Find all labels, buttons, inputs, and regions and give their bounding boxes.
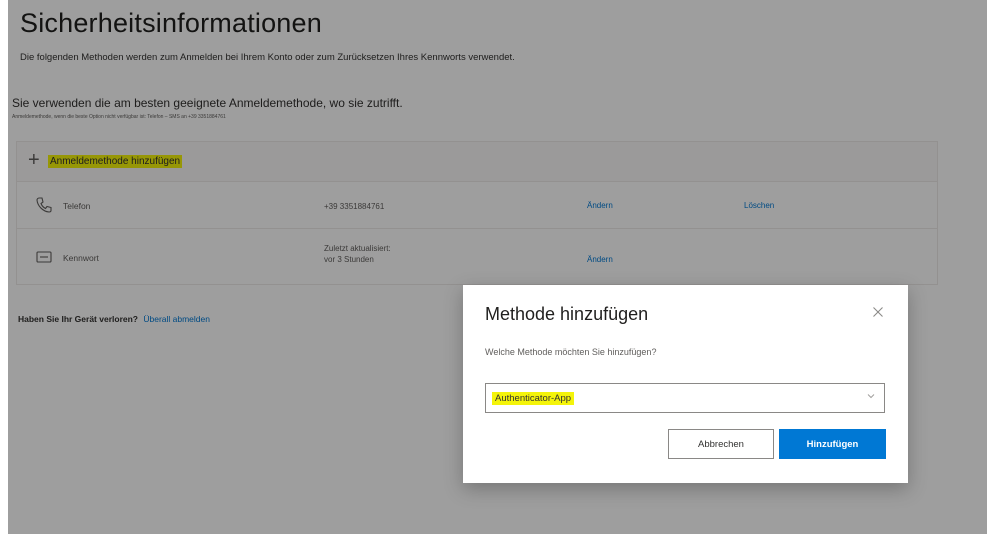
method-select-value: Authenticator-App [492,392,575,405]
add-method-dialog: Methode hinzufügen Welche Methode möchte… [463,285,908,483]
chevron-down-icon [866,391,876,403]
method-select[interactable]: Authenticator-App [485,383,885,413]
cancel-button[interactable]: Abbrechen [668,429,774,459]
dialog-question: Welche Methode möchten Sie hinzufügen? [485,347,657,357]
add-button[interactable]: Hinzufügen [779,429,886,459]
close-icon[interactable] [867,303,889,325]
dialog-title: Methode hinzufügen [485,304,649,324]
